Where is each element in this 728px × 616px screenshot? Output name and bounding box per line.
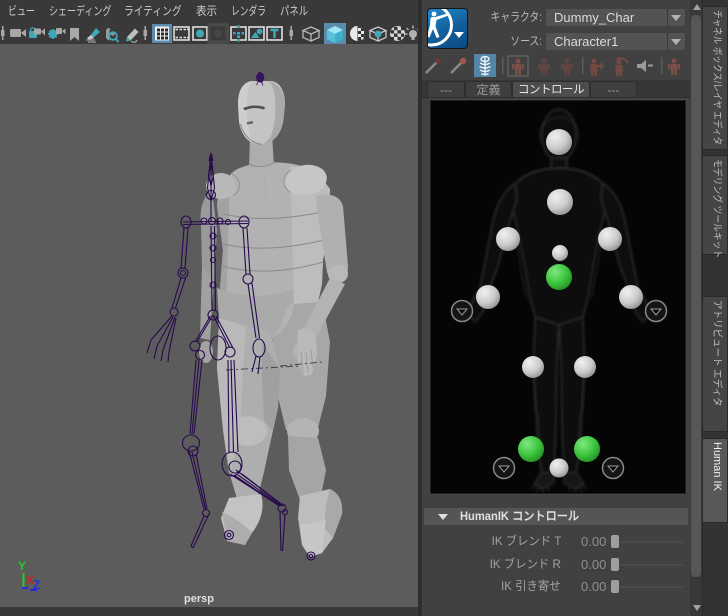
svg-text:Y: Y: [18, 559, 26, 573]
